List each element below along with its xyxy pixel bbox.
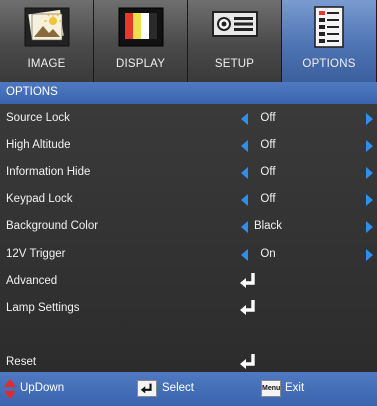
option-background-color[interactable]: Background Color Black [0, 213, 377, 240]
arrow-right-icon[interactable] [366, 167, 373, 179]
option-information-hide[interactable]: Information Hide Off [0, 159, 377, 186]
display-icon [118, 7, 163, 47]
osd-menu: IMAGE DISPLAY SETUP OPTIONS OPTIONS Sour… [0, 0, 377, 406]
arrow-right-icon[interactable] [366, 113, 373, 125]
option-source-lock[interactable]: Source Lock Off [0, 105, 377, 132]
tab-label: DISPLAY [115, 58, 166, 70]
enter-icon[interactable] [238, 298, 258, 318]
tab-label: IMAGE [27, 58, 66, 70]
options-icon [314, 6, 344, 48]
option-advanced[interactable]: Advanced [0, 268, 377, 295]
option-label: Background Color [6, 220, 99, 232]
option-label: Source Lock [6, 112, 70, 124]
tab-label: SETUP [214, 58, 255, 70]
tab-options[interactable]: OPTIONS [282, 0, 377, 82]
option-12v-trigger[interactable]: 12V Trigger On [0, 241, 377, 268]
arrow-right-icon[interactable] [366, 194, 373, 206]
option-value: Off [260, 166, 276, 178]
updown-arrows-icon [4, 379, 16, 399]
option-label: Advanced [6, 275, 58, 287]
setup-icon [211, 11, 258, 37]
section-title: OPTIONS [6, 86, 58, 98]
option-label: Lamp Settings [6, 302, 80, 314]
option-value: Off [260, 193, 276, 205]
option-label: High Altitude [6, 139, 71, 151]
option-value: Black [253, 220, 283, 232]
tab-label: OPTIONS [302, 58, 356, 70]
enter-icon[interactable] [238, 271, 258, 291]
option-value: On [260, 248, 276, 260]
option-label: Keypad Lock [6, 193, 73, 205]
enter-icon[interactable] [238, 352, 258, 372]
footer-updown-label: UpDown [20, 382, 65, 394]
footer-help-bar: UpDown Select Menu Exit [0, 372, 377, 406]
tab-image[interactable]: IMAGE [0, 0, 94, 82]
image-icon [24, 7, 69, 47]
section-header: OPTIONS [0, 82, 377, 104]
menu-key-label: Menu [262, 385, 281, 392]
menu-key-icon: Menu [261, 380, 281, 397]
tab-bar: IMAGE DISPLAY SETUP OPTIONS [0, 0, 377, 82]
arrow-right-icon[interactable] [366, 249, 373, 261]
option-label: Reset [6, 356, 37, 368]
option-value: Off [260, 139, 276, 151]
enter-key-icon [137, 380, 157, 397]
option-value: Off [260, 112, 276, 124]
tab-setup[interactable]: SETUP [188, 0, 282, 82]
option-label: Information Hide [6, 166, 91, 178]
footer-select-label: Select [162, 382, 194, 394]
tab-display[interactable]: DISPLAY [94, 0, 188, 82]
option-label: 12V Trigger [6, 248, 66, 260]
option-keypad-lock[interactable]: Keypad Lock Off [0, 186, 377, 213]
option-high-altitude[interactable]: High Altitude Off [0, 132, 377, 159]
arrow-right-icon[interactable] [366, 140, 373, 152]
option-lamp-settings[interactable]: Lamp Settings [0, 295, 377, 322]
options-list: Source Lock Off High Altitude Off Inform… [0, 104, 377, 372]
footer-exit-label: Exit [285, 382, 305, 394]
arrow-right-icon[interactable] [366, 221, 373, 233]
